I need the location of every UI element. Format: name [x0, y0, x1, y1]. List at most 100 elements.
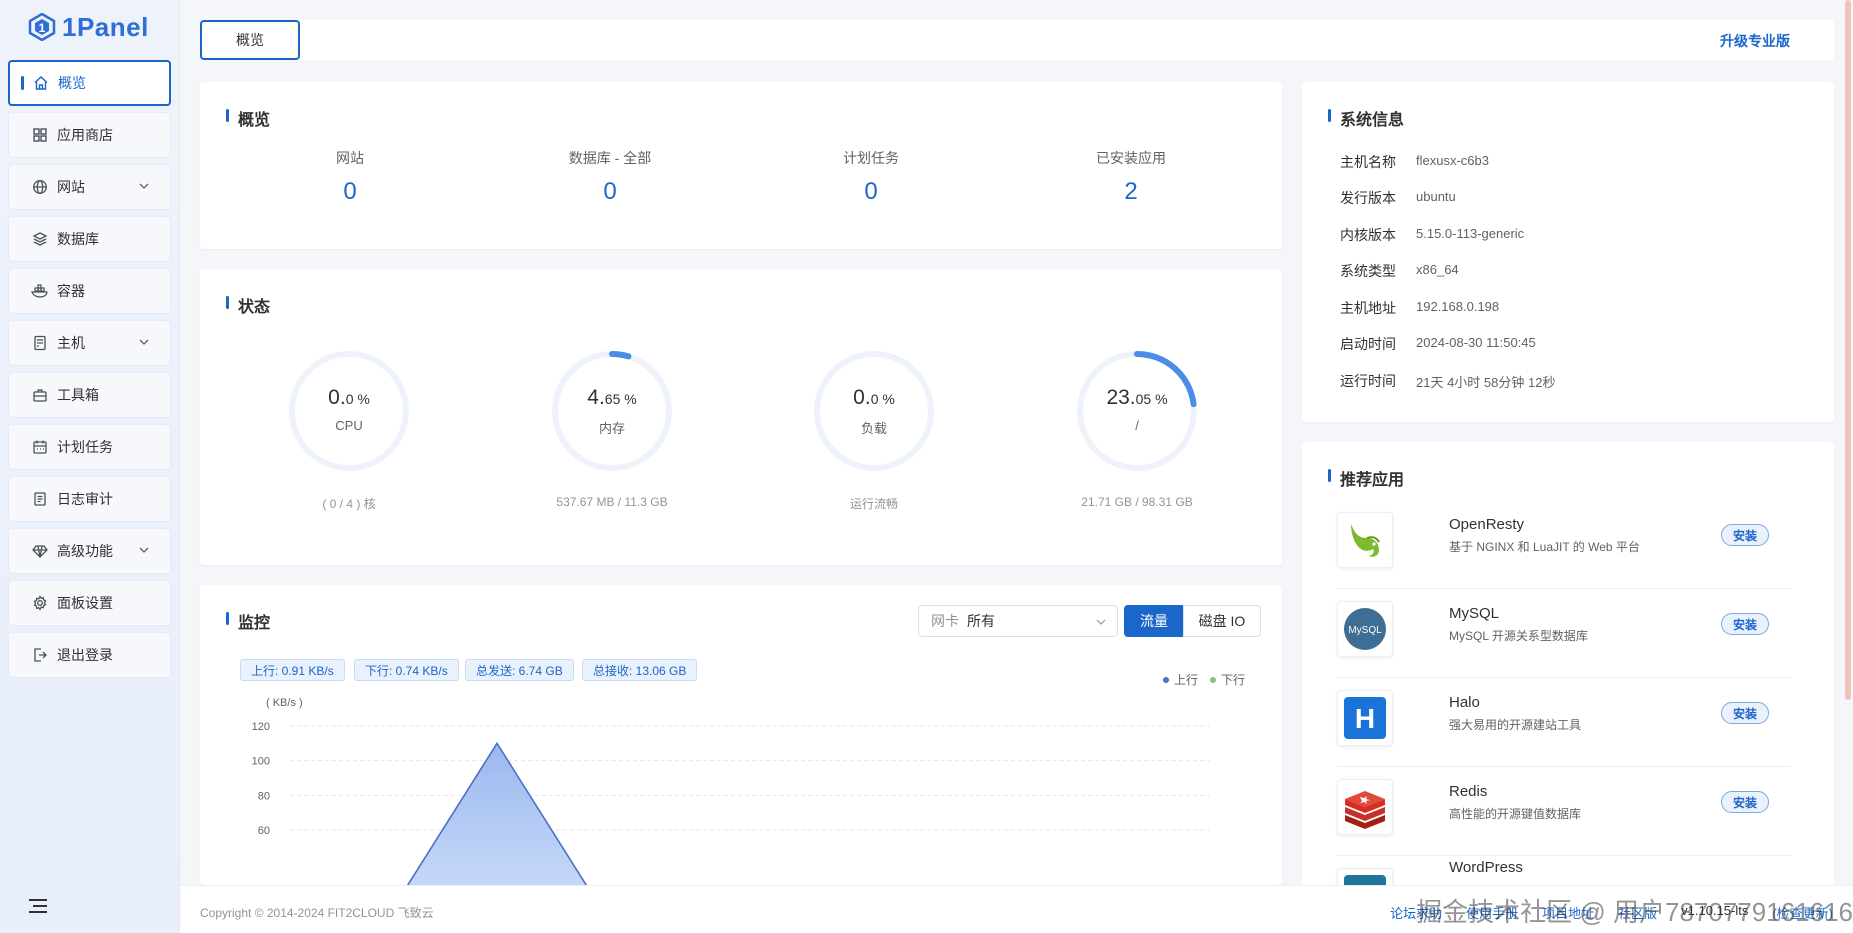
overview-value: 0 — [343, 178, 357, 205]
overview-databases[interactable]: 数据库 - 全部 0 — [510, 148, 710, 206]
sys-row-distro: 发行版本 ubuntu — [1340, 188, 1456, 208]
sidebar-item-label: 日志审计 — [57, 491, 113, 507]
gauge-subtext: 21.71 GB / 98.31 GB — [1081, 495, 1193, 509]
gauge-label: 内存 — [598, 421, 625, 436]
y-tick-label: 100 — [252, 756, 270, 768]
gauge-value: 23.05 % — [1106, 386, 1168, 409]
nic-select[interactable]: 网卡 所有 — [918, 605, 1118, 637]
gauge-subtext: ( 0 / 4 ) 核 — [322, 497, 376, 511]
sys-key: 发行版本 — [1340, 190, 1396, 206]
legend-upload[interactable]: 上行 — [1163, 671, 1198, 688]
sidebar-item-logout[interactable]: 退出登录 — [8, 632, 171, 678]
svg-text:MySQL: MySQL — [1348, 625, 1382, 636]
overview-label: 数据库 - 全部 — [568, 150, 652, 166]
sys-value: x86_64 — [1416, 262, 1459, 277]
openresty-logo-icon — [1337, 512, 1393, 568]
sys-row-kernel: 内核版本 5.15.0-113-generic — [1340, 225, 1524, 245]
app-item-mysql[interactable]: MySQL MySQL MySQL 开源关系型数据库 安装 — [1337, 589, 1791, 678]
install-button[interactable]: 安装 — [1721, 613, 1769, 635]
gauge-label: CPU — [335, 418, 363, 433]
overview-cron-jobs[interactable]: 计划任务 0 — [771, 148, 971, 206]
overview-value: 0 — [603, 178, 617, 205]
sys-key: 运行时间 — [1340, 373, 1396, 389]
nic-select-label: 网卡 — [931, 613, 959, 629]
app-item-halo[interactable]: H Halo 强大易用的开源建站工具 安装 — [1337, 678, 1791, 767]
gauge-ring — [1077, 351, 1197, 471]
download-rate-tag: 下行: 0.74 KB/s — [354, 659, 459, 681]
sidebar-item-label: 高级功能 — [57, 543, 113, 559]
status-title: 状态 — [226, 293, 270, 317]
sidebar-item-logs[interactable]: 日志审计 — [8, 476, 171, 522]
sidebar-item-toolbox[interactable]: 工具箱 — [8, 372, 171, 418]
logo-text: 1Panel — [62, 11, 149, 42]
grid-icon — [31, 126, 49, 144]
sidebar-item-label: 概览 — [58, 75, 86, 91]
sidebar-item-app-store[interactable]: 应用商店 — [8, 112, 171, 158]
svg-text:H: H — [1355, 703, 1375, 734]
toolbox-icon — [31, 386, 49, 404]
gauge-ring — [552, 351, 672, 471]
sidebar-item-website[interactable]: 网站 — [8, 164, 171, 210]
overview-label: 已安装应用 — [1096, 150, 1166, 166]
app-description: 基于 NGINX 和 LuaJIT 的 Web 平台 — [1449, 540, 1640, 554]
recommended-apps-title: 推荐应用 — [1328, 466, 1404, 490]
layers-icon — [31, 230, 49, 248]
sidebar-item-database[interactable]: 数据库 — [8, 216, 171, 262]
sidebar-item-container[interactable]: 容器 — [8, 268, 171, 314]
overview-installed-apps[interactable]: 已安装应用 2 — [1031, 148, 1231, 206]
legend-download[interactable]: 下行 — [1210, 671, 1245, 688]
tab-overview[interactable]: 概览 — [200, 20, 300, 60]
legend-dot — [1210, 676, 1216, 683]
sys-row-arch: 系统类型 x86_64 — [1340, 261, 1459, 281]
app-item-redis[interactable]: Redis 高性能的开源键值数据库 安装 — [1337, 767, 1791, 856]
calendar-icon — [31, 438, 49, 456]
disk-gauge: 23.05 % / — [1072, 346, 1202, 476]
sidebar-item-overview[interactable]: 概览 — [8, 60, 171, 106]
sidebar-item-cron[interactable]: 计划任务 — [8, 424, 171, 470]
monitor-title: 监控 — [226, 609, 270, 633]
network-chart: ( KB/s ) 60 80 100 120 — [252, 697, 1210, 885]
upgrade-pro-link[interactable]: 升级专业版 — [1720, 31, 1790, 51]
sidebar-item-settings[interactable]: 面板设置 — [8, 580, 171, 626]
disk-io-toggle-button[interactable]: 磁盘 IO — [1183, 605, 1261, 637]
menu-collapse-icon[interactable] — [28, 897, 48, 915]
sys-row-boot-time: 启动时间 2024-08-30 11:50:45 — [1340, 334, 1536, 354]
tab-bar: 概览 升级专业版 — [200, 20, 1834, 60]
sidebar-menu: 概览 应用商店 网站 数据库 容器 主机 工具箱 计划任务 日志审计 高级功能 … — [0, 54, 179, 678]
legend-label: 上行 — [1174, 673, 1199, 687]
legend-label: 下行 — [1221, 673, 1246, 687]
sys-key: 系统类型 — [1340, 263, 1396, 279]
app-name: Halo — [1449, 694, 1480, 711]
install-button[interactable]: 安装 — [1721, 791, 1769, 813]
1panel-logo-icon: 1 — [28, 13, 56, 41]
overview-websites[interactable]: 网站 0 — [250, 148, 450, 206]
sys-value: 5.15.0-113-generic — [1416, 226, 1525, 241]
install-button[interactable]: 安装 — [1721, 702, 1769, 724]
y-tick-label: 60 — [258, 825, 270, 837]
sidebar-item-advanced[interactable]: 高级功能 — [8, 528, 171, 574]
chevron-down-icon — [1096, 619, 1106, 625]
gauge-value: 4.65 % — [587, 386, 637, 409]
install-button[interactable]: 安装 — [1721, 524, 1769, 546]
gauge-ring — [289, 351, 409, 471]
logo[interactable]: 1 1Panel — [0, 0, 179, 54]
copyright-text: Copyright © 2014-2024 FIT2CLOUD 飞致云 — [200, 906, 434, 920]
sys-key: 主机地址 — [1340, 300, 1396, 316]
app-item-openresty[interactable]: OpenResty 基于 NGINX 和 LuaJIT 的 Web 平台 安装 — [1337, 500, 1791, 589]
y-tick-label: 120 — [252, 721, 270, 733]
overview-card: 概览 网站 0 数据库 - 全部 0 计划任务 0 已安装应用 2 — [200, 82, 1282, 249]
gauge-subtext: 537.67 MB / 11.3 GB — [556, 495, 668, 509]
sidebar-item-label: 容器 — [57, 283, 85, 299]
logout-icon — [31, 646, 49, 664]
traffic-toggle-button[interactable]: 流量 — [1124, 605, 1184, 637]
mysql-logo-icon: MySQL — [1337, 601, 1393, 657]
gauge-subtext: 运行流畅 — [849, 497, 898, 511]
sidebar: 1 1Panel 概览 应用商店 网站 数据库 容器 主机 工具箱 计划任务 日… — [0, 0, 180, 933]
y-tick-label: 80 — [258, 790, 270, 802]
page-scrollbar[interactable] — [1845, 0, 1851, 700]
footer: Copyright © 2014-2024 FIT2CLOUD 飞致云 论坛求助… — [180, 885, 1853, 933]
load-gauge: 0.0 % 负载 — [809, 346, 939, 476]
sidebar-item-label: 工具箱 — [57, 387, 99, 403]
sidebar-item-host[interactable]: 主机 — [8, 320, 171, 366]
app-name: WordPress — [1449, 859, 1523, 876]
